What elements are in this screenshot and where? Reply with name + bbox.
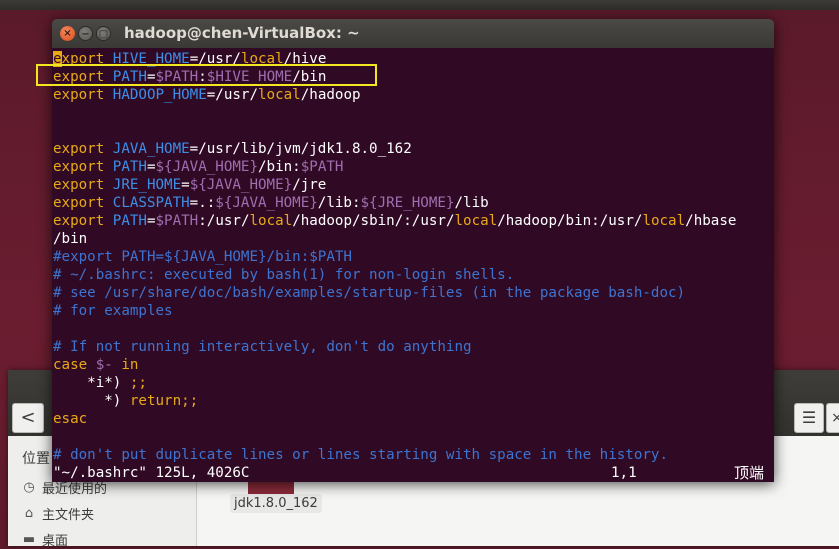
clock-icon: ◷ [23,479,35,495]
file-item-label[interactable]: jdk1.8.0_162 [230,494,322,513]
maximize-button[interactable]: □ [96,26,111,41]
desktop-top-panel [0,0,839,10]
terminal-window: × − □ hadoop@chen-VirtualBox: ~ export H… [52,19,774,482]
editor-line: export PATH=$PATH:/usr/local/hadoop/sbin… [53,213,737,229]
back-button[interactable]: < [12,403,44,433]
close-button[interactable]: × [60,26,75,41]
highlight-annotation-box [36,64,377,86]
terminal-text-area[interactable]: export HIVE_HOME=/usr/local/hive export … [52,48,774,482]
editor-comment-line: # see /usr/share/doc/bash/examples/start… [53,285,686,301]
editor-line: export JAVA_HOME=/usr/lib/jvm/jdk1.8.0_1… [53,141,412,157]
sidebar-section-title: 位置 [22,451,50,467]
editor-line: export JRE_HOME=${JAVA_HOME}/jre [53,177,327,193]
sidebar-item-home[interactable]: ⌂ 主文件夹 [22,504,94,523]
home-icon: ⌂ [24,505,34,521]
sidebar-item-label: 桌面 [42,534,69,549]
chevron-left-icon: < [20,407,36,428]
terminal-titlebar[interactable]: × − □ hadoop@chen-VirtualBox: ~ [52,19,774,48]
window-control-button[interactable]: × [826,403,839,433]
editor-comment-line: # don't put duplicate lines or lines sta… [53,447,668,463]
close-icon: × [63,28,72,39]
editor-line: *) return;; [53,393,199,409]
editor-line: /bin [53,231,88,247]
editor-comment-line: # for examples [53,303,173,319]
editor-line: case $- in [53,357,139,373]
folder-icon: ▬ [22,531,36,547]
minimize-button[interactable]: − [78,26,93,41]
editor-line: esac [53,411,88,427]
vim-status-position: 1,1 [611,465,637,481]
editor-line: export PATH=${JAVA_HOME}/bin:$PATH [53,159,344,175]
minimize-icon: − [81,29,90,40]
close-icon: × [831,410,839,426]
editor-line: export HADOOP_HOME=/usr/local/hadoop [53,87,361,103]
view-menu-button[interactable]: ☰ [794,403,824,433]
window-title: hadoop@chen-VirtualBox: ~ [124,24,360,42]
menu-icon: ☰ [801,408,817,427]
editor-comment-line: # ~/.bashrc: executed by bash(1) for non… [53,267,515,283]
vim-status-file-info: "~/.bashrc" 125L, 4026C [53,465,250,481]
editor-comment-line: #export PATH=${JAVA_HOME}/bin:$PATH [53,249,352,265]
sidebar-item-label: 主文件夹 [42,508,95,523]
editor-line: export CLASSPATH=.:${JAVA_HOME}/lib:${JR… [53,195,489,211]
editor-comment-line: # If not running interactively, don't do… [53,339,472,355]
vim-status-scroll: 顶端 [733,464,764,482]
editor-line: *i*) ;; [53,375,147,391]
sidebar-item-desktop[interactable]: ▬ 桌面 [22,530,68,549]
maximize-icon: □ [98,29,109,40]
